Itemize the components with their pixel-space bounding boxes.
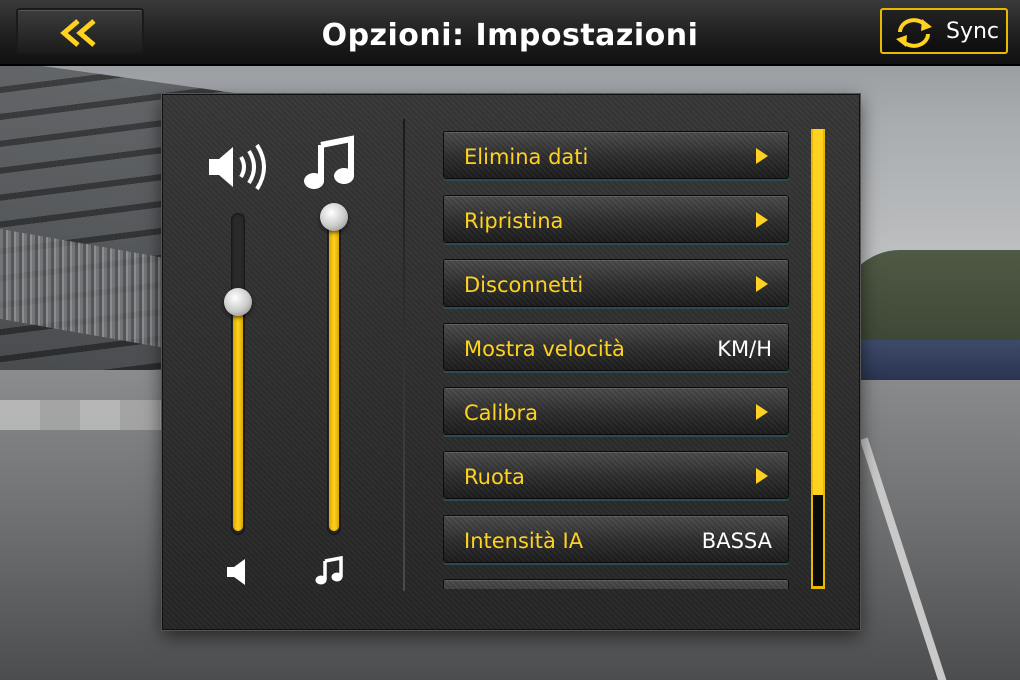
menu-item-label: Ruota (464, 465, 525, 489)
music-note-icon (304, 135, 354, 189)
chevron-right-icon (756, 404, 768, 420)
page-title: Opzioni: Impostazioni (321, 18, 699, 53)
menu-item-elimina-dati[interactable]: Elimina dati (443, 131, 789, 179)
sync-button[interactable]: Sync (880, 8, 1008, 54)
settings-menu: Elimina dati Ripristina Disconnetti Mostra … (443, 131, 791, 589)
refresh-icon (896, 18, 932, 48)
menu-item-empty[interactable] (443, 579, 789, 589)
menu-item-value: KM/H (717, 337, 772, 361)
slider-thumb[interactable] (320, 203, 348, 231)
chevron-right-icon (756, 148, 768, 164)
menu-item-value: BASSA (701, 529, 772, 553)
scrollbar-thumb[interactable] (813, 129, 823, 495)
menu-item-intensita-ia[interactable]: Intensità IA BASSA (443, 515, 789, 563)
menu-scrollbar[interactable] (811, 129, 825, 589)
slider-thumb[interactable] (224, 288, 252, 316)
slider-fill (329, 217, 339, 531)
speaker-icon (209, 143, 266, 191)
back-button[interactable] (16, 8, 144, 54)
chevron-right-icon (756, 276, 768, 292)
menu-item-label: Mostra velocità (464, 337, 625, 361)
menu-item-label: Elimina dati (464, 145, 589, 169)
sync-label: Sync (946, 19, 1000, 44)
panel-divider (403, 119, 405, 591)
chevron-right-icon (756, 468, 768, 484)
sound-volume-slider[interactable] (224, 213, 252, 535)
double-chevron-left-icon (60, 19, 96, 47)
chevron-right-icon (756, 212, 768, 228)
music-volume-slider[interactable] (320, 203, 348, 535)
settings-panel: Elimina dati Ripristina Disconnetti Mostra … (162, 94, 860, 630)
menu-item-ripristina[interactable]: Ripristina (443, 195, 789, 243)
menu-item-label: Intensità IA (464, 529, 584, 553)
menu-item-mostra-velocita[interactable]: Mostra velocità KM/H (443, 323, 789, 371)
menu-item-label: Disconnetti (464, 273, 584, 297)
slider-fill (233, 302, 243, 531)
scrollbar-cap (811, 586, 825, 589)
speaker-small-icon (227, 559, 245, 585)
music-note-small-icon (315, 555, 343, 585)
menu-item-ruota[interactable]: Ruota (443, 451, 789, 499)
menu-item-calibra[interactable]: Calibra (443, 387, 789, 435)
barrier (860, 340, 1020, 380)
menu-item-label: Ripristina (464, 209, 564, 233)
menu-item-label: Calibra (464, 401, 539, 425)
menu-item-disconnetti[interactable]: Disconnetti (443, 259, 789, 307)
top-bar: Opzioni: Impostazioni Sync (0, 0, 1020, 66)
